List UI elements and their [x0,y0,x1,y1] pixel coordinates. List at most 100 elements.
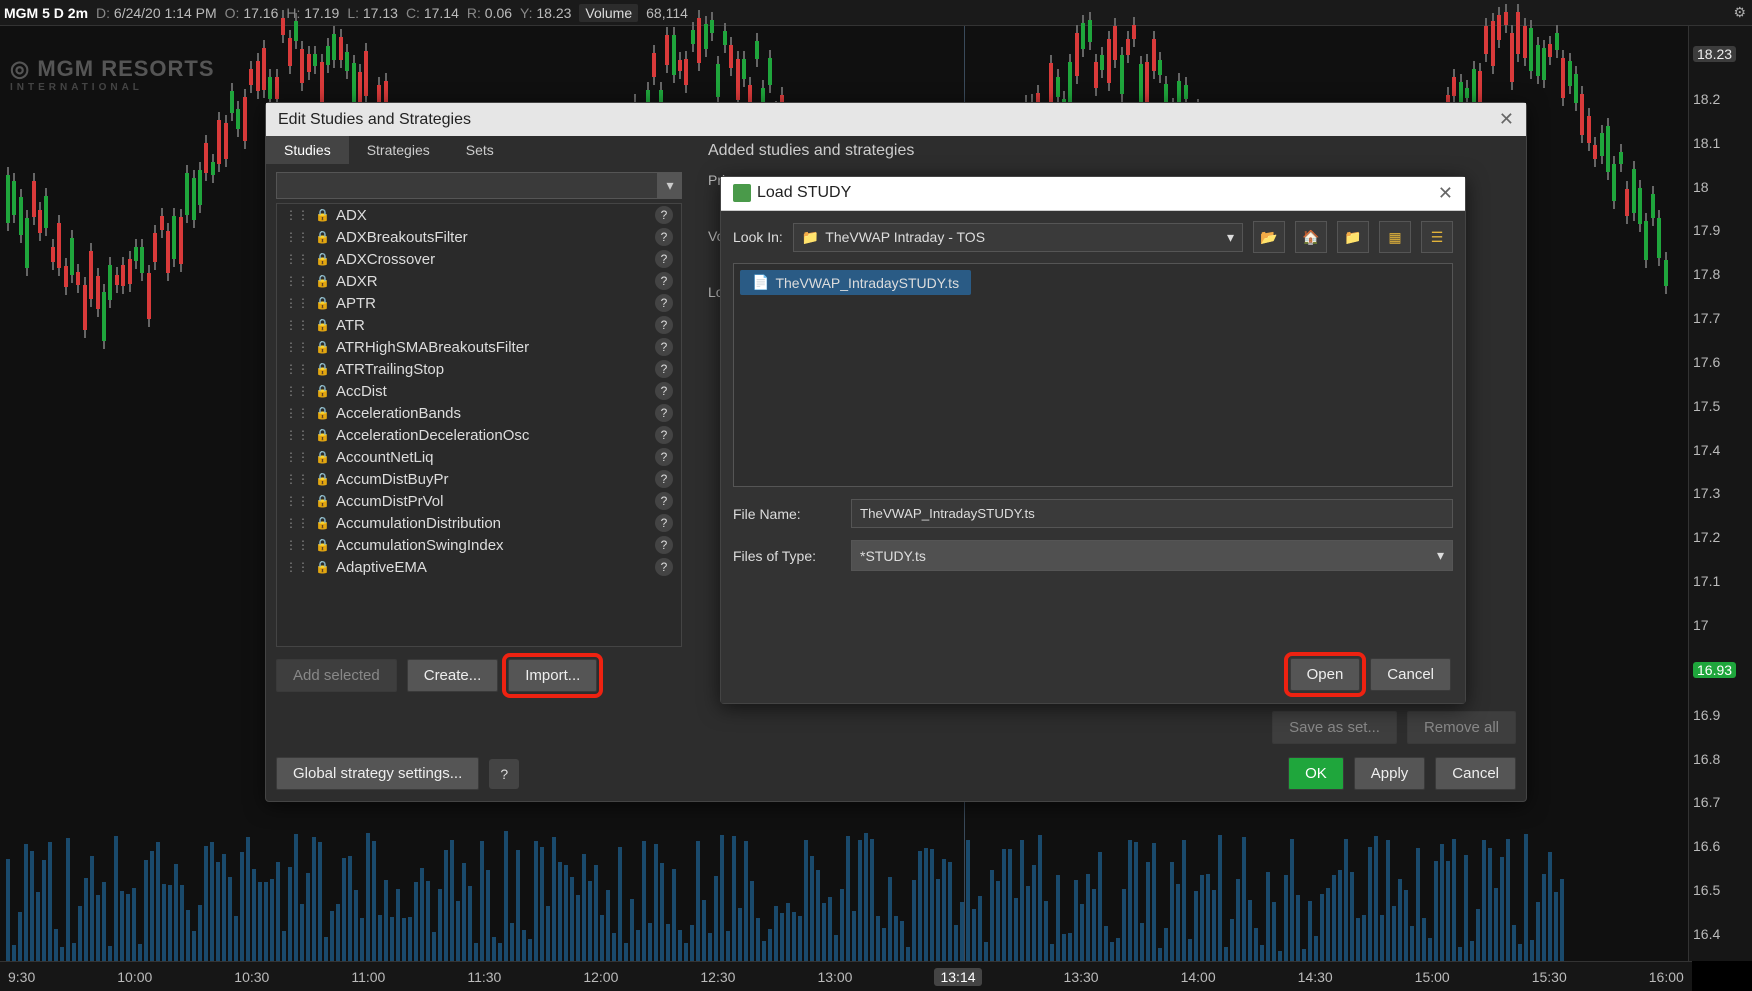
help-icon[interactable]: ? [655,272,673,290]
study-row[interactable]: ⋮⋮🔒AccelerationDecelerationOsc? [277,424,681,446]
time-axis[interactable]: 9:3010:0010:3011:0011:3012:0012:3013:001… [0,961,1692,991]
lookin-label: Look In: [733,229,783,245]
help-icon[interactable]: ? [489,759,519,789]
study-row[interactable]: ⋮⋮🔒AccumDistBuyPr? [277,468,681,490]
price-tick: 17.7 [1693,311,1748,325]
study-row[interactable]: ⋮⋮🔒APTR? [277,292,681,314]
study-row[interactable]: ⋮⋮🔒ADXBreakoutsFilter? [277,226,681,248]
drag-icon: ⋮⋮ [285,516,309,530]
drag-icon: ⋮⋮ [285,494,309,508]
study-search-input[interactable] [276,172,658,199]
tab-strategies[interactable]: Strategies [349,136,448,164]
help-icon[interactable]: ? [655,426,673,444]
ohlc-y: Y: 18.23 [520,5,571,21]
lock-icon: 🔒 [315,274,330,288]
lock-icon: 🔒 [315,318,330,332]
study-row[interactable]: ⋮⋮🔒AccumDistPrVol? [277,490,681,512]
help-icon[interactable]: ? [655,536,673,554]
price-tick: 16.4 [1693,927,1748,941]
price-tick: 18.1 [1693,136,1748,150]
cancel-button[interactable]: Cancel [1435,757,1516,790]
tab-studies[interactable]: Studies [266,136,349,164]
help-icon[interactable]: ? [655,382,673,400]
file-list-pane[interactable]: 📄 TheVWAP_IntradaySTUDY.ts [733,263,1453,487]
study-row[interactable]: ⋮⋮🔒AccDist? [277,380,681,402]
new-folder-icon[interactable]: 📁 [1337,221,1369,253]
global-strategy-settings-button[interactable]: Global strategy settings... [276,757,479,790]
cancel-button[interactable]: Cancel [1370,658,1451,691]
list-view-icon[interactable]: ▦ [1379,221,1411,253]
lookin-dropdown[interactable]: 📁 TheVWAP Intraday - TOS ▾ [793,223,1243,252]
study-row[interactable]: ⋮⋮🔒ATRTrailingStop? [277,358,681,380]
study-row[interactable]: ⋮⋮🔒AccountNetLiq? [277,446,681,468]
study-list[interactable]: ⋮⋮🔒ADX?⋮⋮🔒ADXBreakoutsFilter?⋮⋮🔒ADXCross… [276,203,682,647]
remove-all-button[interactable]: Remove all [1407,711,1516,744]
help-icon[interactable]: ? [655,250,673,268]
help-icon[interactable]: ? [655,470,673,488]
apply-button[interactable]: Apply [1354,757,1426,790]
filetype-dropdown[interactable]: *STUDY.ts ▾ [851,540,1453,571]
file-item[interactable]: 📄 TheVWAP_IntradaySTUDY.ts [740,270,971,295]
search-dropdown-icon[interactable]: ▾ [658,172,682,199]
study-row[interactable]: ⋮⋮🔒AdaptiveEMA? [277,556,681,578]
drag-icon: ⋮⋮ [285,472,309,486]
home-icon[interactable]: 🏠 [1295,221,1327,253]
study-row[interactable]: ⋮⋮🔒ATRHighSMABreakoutsFilter? [277,336,681,358]
filename-input[interactable] [851,499,1453,528]
time-tick: 12:00 [583,969,618,985]
help-icon[interactable]: ? [655,360,673,378]
up-folder-icon[interactable]: 📂 [1253,221,1285,253]
study-name: ATRHighSMABreakoutsFilter [336,339,649,356]
help-icon[interactable]: ? [655,492,673,510]
load-study-dialog: Load STUDY ✕ Look In: 📁 TheVWAP Intraday… [720,176,1466,704]
drag-icon: ⋮⋮ [285,296,309,310]
help-icon[interactable]: ? [655,558,673,576]
import-button[interactable]: Import... [508,659,597,692]
study-name: AccountNetLiq [336,449,649,466]
close-icon[interactable]: ✕ [1499,109,1514,130]
help-icon[interactable]: ? [655,206,673,224]
drag-icon: ⋮⋮ [285,538,309,552]
open-button[interactable]: Open [1290,658,1361,691]
save-as-set-button[interactable]: Save as set... [1272,711,1397,744]
details-view-icon[interactable]: ☰ [1421,221,1453,253]
create-button[interactable]: Create... [407,659,499,692]
study-name: ADXCrossover [336,251,649,268]
lock-icon: 🔒 [315,538,330,552]
help-icon[interactable]: ? [655,404,673,422]
time-tick: 16:00 [1649,969,1684,985]
study-row[interactable]: ⋮⋮🔒ADXCrossover? [277,248,681,270]
price-tick: 16.6 [1693,839,1748,853]
price-axis[interactable]: 18.2318.218.11817.917.817.717.617.517.41… [1688,26,1752,961]
lock-icon: 🔒 [315,406,330,420]
filename-label: File Name: [733,506,839,522]
price-tick: 17.2 [1693,530,1748,544]
settings-icon[interactable]: ⚙ [1733,4,1746,21]
help-icon[interactable]: ? [655,514,673,532]
study-row[interactable]: ⋮⋮🔒AccumulationDistribution? [277,512,681,534]
lock-icon: 🔒 [315,230,330,244]
study-name: ADXBreakoutsFilter [336,229,649,246]
study-name: AccelerationDecelerationOsc [336,427,649,444]
study-row[interactable]: ⋮⋮ 🔒 AccumulationSwingIndex? [277,534,681,556]
add-selected-button[interactable]: Add selected [276,659,397,692]
help-icon[interactable]: ? [655,448,673,466]
drag-icon: ⋮⋮ [285,274,309,288]
drag-icon: ⋮⋮ [285,450,309,464]
price-tick: 16.7 [1693,795,1748,809]
help-icon[interactable]: ? [655,228,673,246]
tab-sets[interactable]: Sets [448,136,512,164]
help-icon[interactable]: ? [655,338,673,356]
study-row[interactable]: ⋮⋮🔒ATR? [277,314,681,336]
study-row[interactable]: ⋮⋮🔒ADXR? [277,270,681,292]
study-row[interactable]: ⋮⋮🔒ADX? [277,204,681,226]
study-name: AccumulationSwingIndex [336,537,649,554]
study-row[interactable]: ⋮⋮🔒AccelerationBands? [277,402,681,424]
lock-icon: 🔒 [315,494,330,508]
ok-button[interactable]: OK [1288,757,1344,790]
help-icon[interactable]: ? [655,294,673,312]
close-icon[interactable]: ✕ [1438,183,1453,204]
help-icon[interactable]: ? [655,316,673,334]
chevron-down-icon: ▾ [1227,229,1234,246]
study-name: AccumDistBuyPr [336,471,649,488]
